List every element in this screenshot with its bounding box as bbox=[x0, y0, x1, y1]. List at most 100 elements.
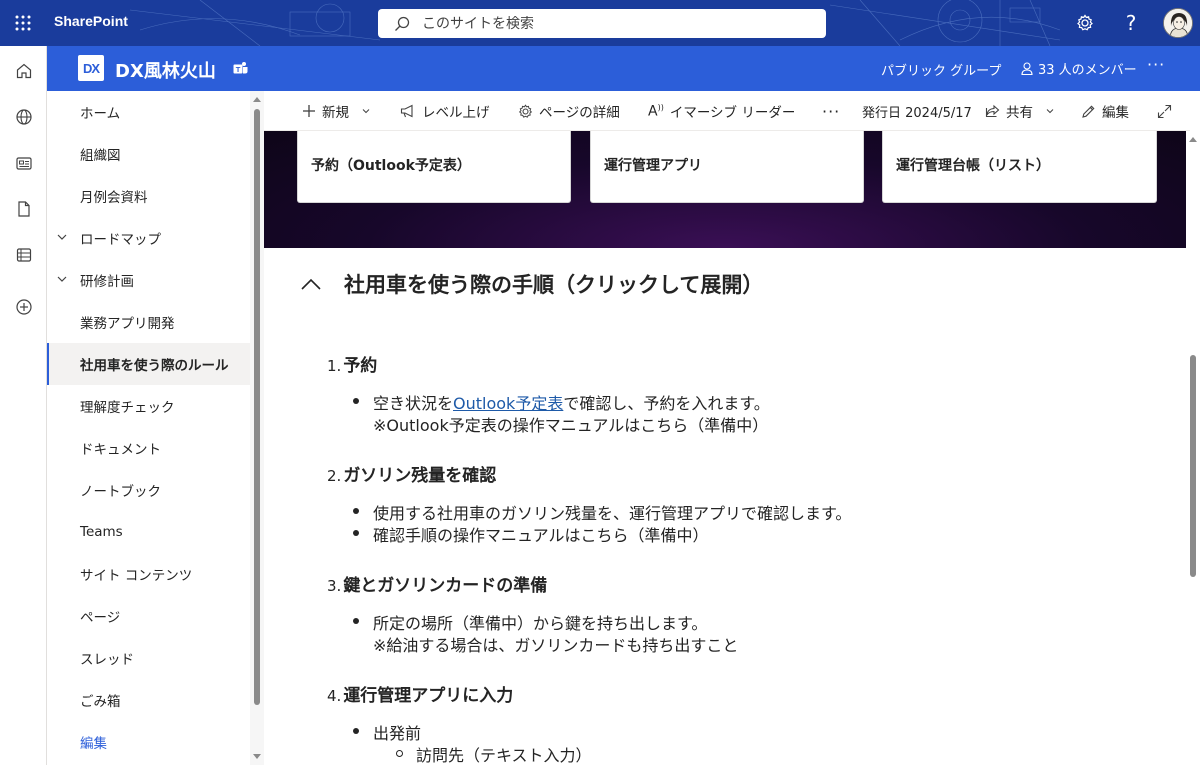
nav-item-pages[interactable]: ページ bbox=[47, 595, 250, 637]
nav-item-documents[interactable]: ドキュメント bbox=[47, 427, 250, 469]
bullet-dot bbox=[353, 398, 359, 404]
rail-files-button[interactable] bbox=[0, 186, 47, 232]
megaphone-icon bbox=[400, 104, 413, 118]
level-up-button[interactable]: レベル上げ bbox=[400, 91, 490, 131]
site-header: DX DX風林火山 T パブリック グループ 33 人のメンバー ··· bbox=[47, 46, 1200, 91]
globe-icon bbox=[15, 109, 32, 125]
page-details-button[interactable]: ページの詳細 bbox=[518, 91, 620, 131]
new-button[interactable]: 新規 bbox=[302, 91, 371, 131]
suite-bar: SharePoint ? bbox=[0, 0, 1200, 46]
search-input[interactable] bbox=[422, 15, 802, 32]
bullet-line: 出発前 bbox=[353, 720, 421, 744]
command-bar: 新規 レベル上げ ページの詳細 A)) イマーシブ リーダー ··· 発行日 2… bbox=[264, 91, 1190, 131]
collapsible-section-header[interactable]: 社用車を使う際の手順（クリックして展開） bbox=[300, 269, 763, 299]
site-logo[interactable]: DX bbox=[78, 55, 104, 81]
bullet-dot bbox=[353, 728, 359, 734]
bullet-dot bbox=[353, 530, 359, 536]
nav-item-notebook[interactable]: ノートブック bbox=[47, 469, 250, 511]
bullet-line: 所定の場所（準備中）から鍵を持ち出します。 bbox=[353, 610, 707, 634]
share-button[interactable]: 共有 bbox=[985, 91, 1055, 131]
expand-button[interactable] bbox=[1157, 91, 1172, 131]
step-heading: ガソリン残量を確認 bbox=[343, 466, 497, 486]
app-launcher-button[interactable] bbox=[0, 0, 46, 46]
nav-item-training-plan[interactable]: 研修計画 bbox=[47, 259, 250, 301]
more-commands-button[interactable]: ··· bbox=[822, 91, 840, 131]
site-search-box[interactable] bbox=[378, 9, 826, 38]
rail-lists-button[interactable] bbox=[0, 232, 47, 278]
person-icon bbox=[1021, 62, 1033, 75]
chevron-up-icon[interactable] bbox=[300, 277, 322, 291]
quick-link-card-operation-ledger[interactable]: 運行管理台帳（リスト） bbox=[882, 131, 1157, 203]
help-button[interactable]: ? bbox=[1108, 0, 1154, 46]
list-icon bbox=[16, 248, 31, 262]
nav-edit-link[interactable]: 編集 bbox=[47, 721, 250, 763]
content-scrollbar-thumb[interactable] bbox=[1190, 355, 1196, 577]
nav-item-site-contents[interactable]: サイト コンテンツ bbox=[47, 553, 250, 595]
nav-item-monthly-materials[interactable]: 月例会資料 bbox=[47, 175, 250, 217]
nav-item-comprehension-check[interactable]: 理解度チェック bbox=[47, 385, 250, 427]
nav-item-teams[interactable]: Teams bbox=[47, 511, 250, 553]
help-icon: ? bbox=[1125, 11, 1137, 35]
quick-link-card-reservation[interactable]: 予約（Outlook予定表） bbox=[297, 131, 571, 203]
waffle-icon bbox=[15, 15, 31, 31]
rail-sites-button[interactable] bbox=[0, 94, 47, 140]
site-header-more-button[interactable]: ··· bbox=[1147, 55, 1165, 74]
bullet-dot bbox=[353, 618, 359, 624]
members-count: 33 人のメンバー bbox=[1038, 63, 1137, 78]
bullet-dot bbox=[353, 508, 359, 514]
bullet-circle bbox=[396, 750, 403, 757]
news-icon bbox=[15, 157, 32, 170]
rail-news-button[interactable] bbox=[0, 140, 47, 186]
chevron-down-icon[interactable] bbox=[56, 231, 68, 243]
nav-item-roadmap[interactable]: ロードマップ bbox=[47, 217, 250, 259]
gear-icon bbox=[1077, 14, 1093, 31]
teams-icon[interactable]: T bbox=[233, 61, 248, 75]
step-heading: 鍵とガソリンカードの準備 bbox=[343, 576, 548, 596]
site-title[interactable]: DX風林火山 bbox=[115, 57, 216, 83]
sharepoint-brand-link[interactable]: SharePoint bbox=[54, 13, 128, 29]
share-icon bbox=[985, 104, 1000, 118]
outlook-calendar-link[interactable]: Outlook予定表 bbox=[453, 394, 563, 413]
settings-button[interactable] bbox=[1062, 0, 1108, 46]
page-canvas: 予約（Outlook予定表） 運行管理アプリ 運行管理台帳（リスト） 社用車を使… bbox=[264, 131, 1190, 765]
step-item: 3. 鍵とガソリンカードの準備 所定の場所（準備中）から鍵を持ち出します。 ※給油… bbox=[327, 571, 1167, 655]
scroll-down-arrow[interactable] bbox=[253, 754, 261, 759]
nav-scrollbar-thumb[interactable] bbox=[254, 109, 260, 705]
immersive-reader-button[interactable]: A)) イマーシブ リーダー bbox=[648, 91, 795, 131]
bullet-line: 使用する社用車のガソリン残量を、運行管理アプリで確認します。 bbox=[353, 500, 851, 524]
content-scrollbar[interactable] bbox=[1186, 131, 1200, 765]
nav-item-threads[interactable]: スレッド bbox=[47, 637, 250, 679]
published-date: 発行日 2024/5/17 bbox=[862, 105, 972, 121]
pencil-icon bbox=[1082, 105, 1095, 118]
chevron-down-icon bbox=[362, 109, 370, 114]
plus-icon bbox=[303, 105, 315, 117]
nav-scrollbar[interactable] bbox=[250, 91, 264, 765]
group-privacy-label: パブリック グループ bbox=[881, 64, 1002, 79]
document-icon bbox=[17, 201, 30, 217]
svg-text:T: T bbox=[236, 65, 241, 74]
step-item: 2. ガソリン残量を確認 使用する社用車のガソリン残量を、運行管理アプリで確認しま… bbox=[327, 461, 1167, 545]
edit-page-button[interactable]: 編集 bbox=[1081, 91, 1129, 131]
note-line: ※給油する場合は、ガソリンカードも持ち出すこと bbox=[373, 636, 739, 655]
scroll-up-arrow[interactable] bbox=[253, 97, 261, 102]
rail-home-button[interactable] bbox=[0, 48, 47, 94]
members-button[interactable]: 33 人のメンバー bbox=[1021, 59, 1137, 78]
nav-item-app-development[interactable]: 業務アプリ開発 bbox=[47, 301, 250, 343]
scroll-up-arrow[interactable] bbox=[1189, 137, 1197, 142]
bullet-line: 空き状況をOutlook予定表で確認し、予約を入れます。 bbox=[353, 390, 770, 414]
user-avatar-button[interactable] bbox=[1163, 8, 1193, 38]
quick-link-card-operation-app[interactable]: 運行管理アプリ bbox=[590, 131, 864, 203]
hero-banner: 予約（Outlook予定表） 運行管理アプリ 運行管理台帳（リスト） bbox=[264, 131, 1190, 248]
nav-item-car-rules[interactable]: 社用車を使う際のルール bbox=[47, 343, 250, 385]
nav-item-recycle-bin[interactable]: ごみ箱 bbox=[47, 679, 250, 721]
expand-icon bbox=[1157, 104, 1172, 118]
gear-icon bbox=[518, 103, 533, 118]
sub-bullet-line: 訪問先（テキスト入力） bbox=[396, 742, 592, 765]
home-icon bbox=[16, 63, 31, 79]
nav-item-org-chart[interactable]: 組織図 bbox=[47, 133, 250, 175]
step-heading: 運行管理アプリに入力 bbox=[343, 686, 514, 706]
nav-item-home[interactable]: ホーム bbox=[47, 91, 250, 133]
note-line: ※Outlook予定表の操作マニュアルはこちら（準備中） bbox=[373, 416, 769, 435]
chevron-down-icon[interactable] bbox=[56, 273, 68, 285]
rail-create-button[interactable] bbox=[0, 284, 47, 330]
